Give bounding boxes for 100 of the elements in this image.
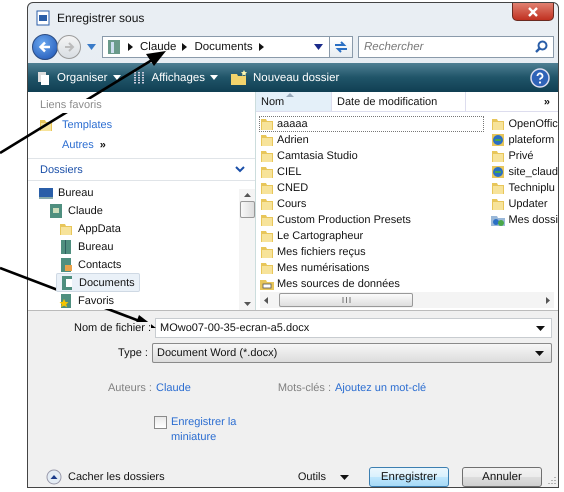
folder-icon <box>259 148 275 164</box>
tools-menu-button[interactable]: Outils <box>298 471 349 483</box>
new-folder-icon <box>230 70 248 86</box>
file-item[interactable]: CIEL <box>259 164 490 180</box>
help-button[interactable] <box>530 68 550 88</box>
folder-icon <box>259 244 275 260</box>
globe-document-icon <box>490 164 506 180</box>
file-item[interactable]: Mes dossi <box>490 212 558 228</box>
dropdown-caret-icon <box>536 326 545 331</box>
refresh-button[interactable] <box>329 36 353 58</box>
file-item[interactable]: Updater <box>490 196 558 212</box>
folder-icon <box>259 116 275 132</box>
checkbox-label[interactable]: Enregistrer la miniature <box>171 415 247 445</box>
file-item[interactable]: CNED <box>259 180 490 196</box>
history-caret-icon[interactable] <box>87 44 96 50</box>
toolbar-button[interactable]: Nouveau dossier <box>230 70 340 86</box>
keywords-link[interactable]: Ajoutez un mot-clé <box>335 382 426 394</box>
folder-icon <box>490 116 506 132</box>
favorite-link[interactable]: Templates <box>28 113 255 133</box>
contacts-icon <box>58 256 74 272</box>
resize-grip-icon <box>546 475 556 485</box>
scroll-thumb[interactable] <box>279 293 413 307</box>
column-header[interactable]: Nom <box>256 92 332 111</box>
breadcrumb[interactable]: Documents <box>194 40 253 52</box>
authors-link[interactable]: Claude <box>156 382 191 394</box>
file-item[interactable]: Mes numérisations <box>259 260 490 276</box>
save-button[interactable]: Enregistrer <box>369 467 449 487</box>
cancel-button[interactable]: Annuler <box>462 467 542 487</box>
file-item[interactable]: Mes fichiers reçus <box>259 244 490 260</box>
file-item[interactable]: Mes sources de données <box>259 276 490 292</box>
more-columns-button[interactable]: » <box>544 92 558 111</box>
file-item[interactable]: site_claud <box>490 164 558 180</box>
user-folder-icon <box>48 202 64 218</box>
folder-icon <box>490 196 506 212</box>
folders-header[interactable]: Dossiers <box>28 158 255 181</box>
field-label: Mots-clés : <box>278 382 332 394</box>
back-arrow-icon <box>38 40 52 54</box>
chevron-right-icon[interactable] <box>258 42 265 50</box>
folder-icon <box>490 180 506 196</box>
caret-icon <box>210 75 218 80</box>
file-item[interactable]: plateform <box>490 132 558 148</box>
toolbar-button[interactable]: Affichages <box>132 70 218 86</box>
horizontal-scrollbar[interactable] <box>260 292 554 308</box>
filename-field[interactable]: MOwo07-00-35-ecran-a5.docx <box>155 318 552 338</box>
folder-icon <box>259 132 275 148</box>
file-item[interactable]: Camtasia Studio <box>259 148 490 164</box>
search-field[interactable]: Rechercher <box>358 36 554 58</box>
chevron-right-icon[interactable] <box>128 42 134 50</box>
chevron-right-icon[interactable] <box>182 42 188 50</box>
dropdown-caret-icon[interactable] <box>314 44 323 50</box>
folder-icon <box>259 212 275 228</box>
back-button[interactable] <box>32 34 58 60</box>
scroll-thumb[interactable] <box>240 201 254 218</box>
file-item[interactable]: Le Cartographeur <box>259 228 490 244</box>
folder-icon <box>259 164 275 180</box>
sort-arrow-icon <box>286 93 294 97</box>
word-document-icon <box>35 10 51 26</box>
file-item[interactable]: OpenOffic <box>490 116 558 132</box>
address-bar[interactable]: Claude Documents <box>102 36 330 58</box>
folder-icon <box>259 228 275 244</box>
tree-item[interactable]: Documents <box>56 273 140 292</box>
file-item[interactable]: Adrien <box>259 132 490 148</box>
help-icon <box>530 68 550 88</box>
checkbox[interactable] <box>154 416 167 429</box>
forward-arrow-icon <box>63 40 75 52</box>
scroll-left-icon <box>264 296 268 304</box>
file-item[interactable]: Techniplu <box>490 180 558 196</box>
file-item[interactable]: aaaaa <box>259 116 484 132</box>
window-title: Enregistrer sous <box>57 10 144 24</box>
close-button[interactable] <box>512 3 554 21</box>
field-label: Nom de fichier : <box>74 322 152 334</box>
globe-document-icon <box>490 132 506 148</box>
pages-icon <box>36 70 52 86</box>
folder-icon <box>259 180 275 196</box>
folder-icon <box>490 148 506 164</box>
folder-icon <box>259 196 275 212</box>
scroll-up-icon <box>244 193 250 197</box>
book-icon <box>58 238 74 254</box>
star-folder-icon <box>58 292 74 308</box>
close-icon <box>527 6 539 16</box>
search-icon <box>535 40 548 52</box>
file-item[interactable]: Privé <box>490 148 558 164</box>
caret-icon <box>112 75 120 80</box>
grip-icon <box>342 297 350 303</box>
scroll-down-icon <box>244 302 250 306</box>
documents-icon <box>59 274 75 290</box>
section-heading: Liens favoris <box>40 99 102 113</box>
user-folder-icon <box>106 38 122 54</box>
dropdown-caret-icon <box>535 350 544 356</box>
hide-folders-button[interactable]: Cacher les dossiers <box>46 469 165 485</box>
file-item[interactable]: Custom Production Presets <box>259 212 490 228</box>
breadcrumb[interactable]: Claude <box>140 40 176 52</box>
more-links-button[interactable]: Autres » <box>28 133 255 153</box>
chevron-down-icon <box>235 166 245 173</box>
file-item[interactable]: Cours <box>259 196 490 212</box>
toolbar-button[interactable]: Organiser <box>36 70 120 86</box>
type-dropdown[interactable]: Document Word (*.docx) <box>152 343 552 363</box>
scroll-right-icon <box>546 296 550 304</box>
vertical-scrollbar[interactable] <box>239 189 255 310</box>
column-header[interactable]: Date de modification <box>332 92 466 111</box>
